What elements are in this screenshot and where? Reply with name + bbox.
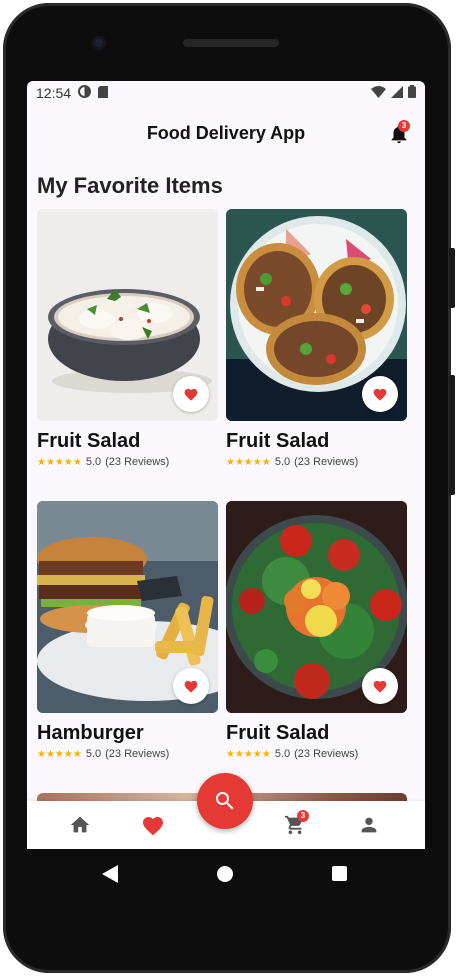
search-fab[interactable] [197,773,253,829]
notification-button[interactable]: 3 [388,120,410,145]
rating-value: 5.0 [85,748,102,760]
favorite-button[interactable] [362,668,398,704]
data-saver-icon [78,85,92,101]
volume-button [449,248,455,308]
favorite-button[interactable] [362,376,398,412]
status-bar: 12:54 [27,81,425,105]
power-button [449,375,455,495]
nav-cart[interactable]: 3 [284,810,309,838]
food-card[interactable]: Fruit Salad ★★★★★ 5.0 (23 Reviews) [226,209,407,468]
star-rating-icon: ★★★★★ [226,748,271,760]
nav-profile[interactable] [358,814,382,838]
nav-favorites[interactable] [141,814,165,838]
food-image [37,501,218,713]
rating-row: ★★★★★ 5.0 (23 Reviews) [226,748,407,760]
rating-row: ★★★★★ 5.0 (23 Reviews) [37,748,218,760]
food-card[interactable]: Fruit Salad ★★★★★ 5.0 (23 Reviews) [37,209,218,468]
cart-badge: 3 [297,810,309,822]
back-triangle-icon [102,865,118,883]
favorite-button[interactable] [173,376,209,412]
rating-value: 5.0 [274,748,291,760]
nav-home[interactable] [69,814,93,838]
earpiece-speaker [183,39,279,47]
cell-signal-icon [391,85,403,101]
star-rating-icon: ★★★★★ [37,456,82,468]
favorite-button[interactable] [173,668,209,704]
food-name: Fruit Salad [226,430,330,452]
rating-row: ★★★★★ 5.0 (23 Reviews) [37,456,218,468]
battery-icon [408,85,416,101]
status-time: 12:54 [36,85,72,101]
review-count: (23 Reviews) [105,748,170,760]
heart-icon [373,388,387,401]
sim-card-icon [98,85,109,101]
food-image [226,209,407,421]
search-icon [216,792,234,810]
food-card[interactable]: Fruit Salad ★★★★★ 5.0 (23 Reviews) [226,501,407,760]
home-icon [70,816,90,833]
recents-square-icon[interactable] [332,866,347,881]
heart-icon [184,388,198,401]
food-image [226,501,407,713]
food-name: Fruit Salad [226,722,330,744]
review-count: (23 Reviews) [294,748,359,760]
food-image [37,209,218,421]
notification-badge: 3 [398,120,410,132]
food-card[interactable]: Hamburger ★★★★★ 5.0 (23 Reviews) [37,501,218,760]
food-name: Fruit Salad [37,430,141,452]
home-circle-icon[interactable] [217,866,233,882]
wifi-icon [371,85,386,101]
review-count: (23 Reviews) [105,456,170,468]
front-camera [92,36,106,50]
rating-value: 5.0 [274,456,291,468]
star-rating-icon: ★★★★★ [226,456,271,468]
review-count: (23 Reviews) [294,456,359,468]
app-bar: Food Delivery App 3 [27,111,425,155]
app-screen: 12:54 Food Delivery App 3 My Favorite It… [27,81,425,849]
section-title: My Favorite Items [37,173,223,198]
heart-icon [143,817,163,836]
star-rating-icon: ★★★★★ [37,748,82,760]
heart-icon [373,680,387,693]
app-title: Food Delivery App [146,123,306,143]
food-name: Hamburger [37,722,144,744]
back-button[interactable] [102,865,118,888]
system-navigation-bar [27,849,425,901]
heart-icon [184,680,198,693]
rating-row: ★★★★★ 5.0 (23 Reviews) [226,456,407,468]
rating-value: 5.0 [85,456,102,468]
profile-icon [361,817,377,833]
